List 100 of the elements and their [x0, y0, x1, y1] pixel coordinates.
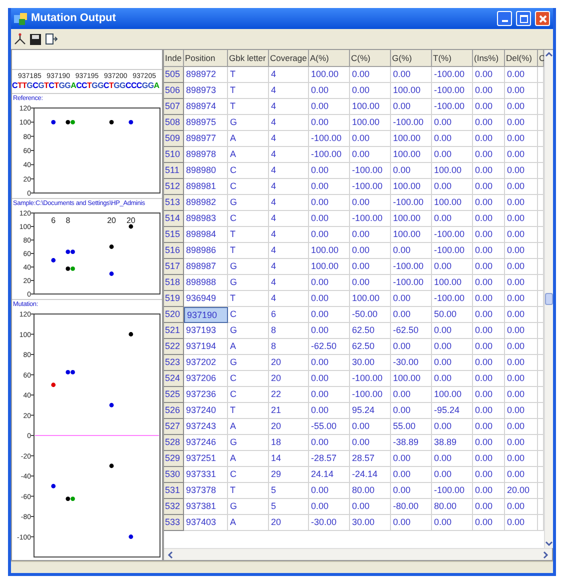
table-cell[interactable]: 0.00 [505, 211, 538, 227]
table-cell[interactable]: 0.00 [473, 499, 505, 515]
table-cell[interactable]: 0.00 [473, 227, 505, 243]
table-cell[interactable]: 0.00 [505, 275, 538, 291]
table-cell[interactable]: 0.00 [505, 499, 538, 515]
table-cell[interactable]: 0.00 [350, 195, 391, 211]
table-cell[interactable]: C [228, 211, 269, 227]
row-header[interactable]: 513 [164, 195, 184, 211]
table-cell[interactable]: T [228, 403, 269, 419]
table-cell[interactable]: 0.00 [473, 483, 505, 499]
table-cell[interactable]: 0.00 [432, 451, 473, 467]
table-cell[interactable]: 20.00 [505, 483, 538, 499]
table-cell[interactable]: 18 [269, 435, 309, 451]
column-header[interactable]: Coverage [269, 50, 309, 67]
table-cell[interactable]: 898987 [184, 259, 228, 275]
table-cell[interactable]: -100.00 [350, 387, 391, 403]
table-cell[interactable]: 0.00 [505, 435, 538, 451]
table-cell[interactable]: 937193 [184, 323, 228, 339]
table-cell[interactable]: 0.00 [309, 115, 350, 131]
vertical-scrollbar[interactable] [544, 50, 553, 548]
table-cell[interactable]: 100.00 [391, 147, 432, 163]
table-cell[interactable]: 30.00 [350, 355, 391, 371]
table-cell[interactable]: 0.00 [473, 131, 505, 147]
table-cell[interactable]: 898981 [184, 179, 228, 195]
table-cell[interactable]: 20 [269, 355, 309, 371]
table-cell[interactable]: 0.00 [473, 403, 505, 419]
table-cell[interactable]: 937331 [184, 467, 228, 483]
table-cell[interactable]: 100.00 [350, 291, 391, 307]
table-cell[interactable]: 937381 [184, 499, 228, 515]
table-cell[interactable]: 0.00 [505, 323, 538, 339]
table-cell[interactable]: 0.00 [505, 131, 538, 147]
row-header[interactable]: 515 [164, 227, 184, 243]
table-cell[interactable]: 0.00 [505, 515, 538, 531]
table-cell[interactable]: 898982 [184, 195, 228, 211]
table-cell[interactable]: G [228, 115, 269, 131]
row-header[interactable]: 508 [164, 115, 184, 131]
table-cell[interactable]: 0.00 [350, 243, 391, 259]
table-cell[interactable]: 0.00 [309, 387, 350, 403]
table-cell[interactable]: 62.50 [350, 339, 391, 355]
table-cell[interactable]: 0.00 [505, 307, 538, 323]
table-cell[interactable]: A [228, 515, 269, 531]
table-cell[interactable]: 22 [269, 387, 309, 403]
row-header[interactable]: 509 [164, 131, 184, 147]
row-header[interactable]: 520 [164, 307, 184, 323]
table-cell[interactable]: 4 [269, 131, 309, 147]
table-cell[interactable]: 0.00 [309, 179, 350, 195]
table-cell[interactable]: 5 [269, 499, 309, 515]
column-header[interactable]: G(%) [391, 50, 432, 67]
table-cell[interactable]: 937251 [184, 451, 228, 467]
table-cell[interactable]: A [228, 131, 269, 147]
table-cell[interactable]: 0.00 [391, 515, 432, 531]
table-cell[interactable]: -100.00 [350, 211, 391, 227]
table-cell[interactable]: -100.00 [391, 275, 432, 291]
table-cell[interactable]: 80.00 [350, 483, 391, 499]
table-cell[interactable]: 0.00 [505, 147, 538, 163]
table-cell[interactable]: 0.00 [391, 387, 432, 403]
table-cell[interactable]: 0.00 [505, 195, 538, 211]
table-cell[interactable]: A [228, 339, 269, 355]
table-cell[interactable]: -100.00 [432, 227, 473, 243]
table-cell[interactable]: G [228, 355, 269, 371]
table-cell[interactable]: 0.00 [309, 307, 350, 323]
table-cell[interactable]: 100.00 [391, 83, 432, 99]
table-cell[interactable]: 937236 [184, 387, 228, 403]
column-header[interactable]: Del(%) [505, 50, 538, 67]
row-header[interactable]: 522 [164, 339, 184, 355]
table-cell[interactable]: 0.00 [350, 275, 391, 291]
table-cell[interactable]: 100.00 [391, 131, 432, 147]
table-cell[interactable]: 20 [269, 371, 309, 387]
table-cell[interactable]: 0.00 [473, 339, 505, 355]
table-cell[interactable]: -24.14 [350, 467, 391, 483]
table-cell[interactable]: 4 [269, 211, 309, 227]
table-cell[interactable]: 100.00 [309, 243, 350, 259]
table-cell[interactable]: 0.00 [432, 371, 473, 387]
table-cell[interactable]: 28.57 [350, 451, 391, 467]
table-cell[interactable]: 0.00 [473, 515, 505, 531]
table-cell[interactable]: 0.00 [309, 323, 350, 339]
table-cell[interactable]: -95.24 [432, 403, 473, 419]
row-header[interactable]: 528 [164, 435, 184, 451]
table-cell[interactable]: 0.00 [505, 291, 538, 307]
table-cell[interactable]: 0.00 [505, 163, 538, 179]
table-cell[interactable]: 0.00 [473, 275, 505, 291]
table-cell[interactable]: -50.00 [350, 307, 391, 323]
table-cell[interactable]: 38.89 [432, 435, 473, 451]
table-cell[interactable]: -100.00 [432, 83, 473, 99]
table-cell[interactable]: 80.00 [432, 499, 473, 515]
table-cell[interactable]: 0.00 [473, 291, 505, 307]
row-header[interactable]: 533 [164, 515, 184, 531]
table-cell[interactable]: 0.00 [505, 259, 538, 275]
table-cell[interactable]: -62.50 [309, 339, 350, 355]
table-cell[interactable]: 0.00 [473, 99, 505, 115]
table-cell[interactable]: -55.00 [309, 419, 350, 435]
table-cell[interactable]: 4 [269, 275, 309, 291]
table-cell[interactable]: 4 [269, 67, 309, 83]
table-cell[interactable]: 4 [269, 163, 309, 179]
table-cell[interactable]: 0.00 [505, 371, 538, 387]
row-header[interactable]: 510 [164, 147, 184, 163]
row-header[interactable]: 514 [164, 211, 184, 227]
scroll-right-icon[interactable] [542, 550, 550, 558]
row-header[interactable]: 525 [164, 387, 184, 403]
table-cell[interactable]: 0.00 [505, 355, 538, 371]
